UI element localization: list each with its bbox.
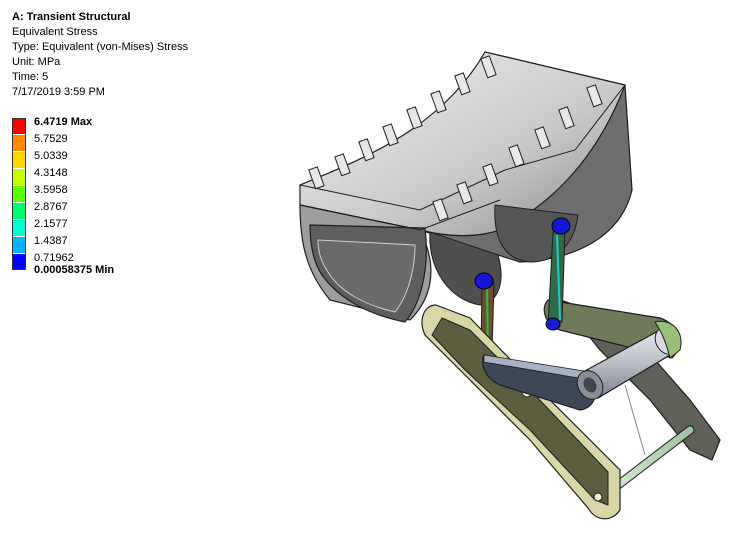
- model-viewport[interactable]: [0, 0, 731, 541]
